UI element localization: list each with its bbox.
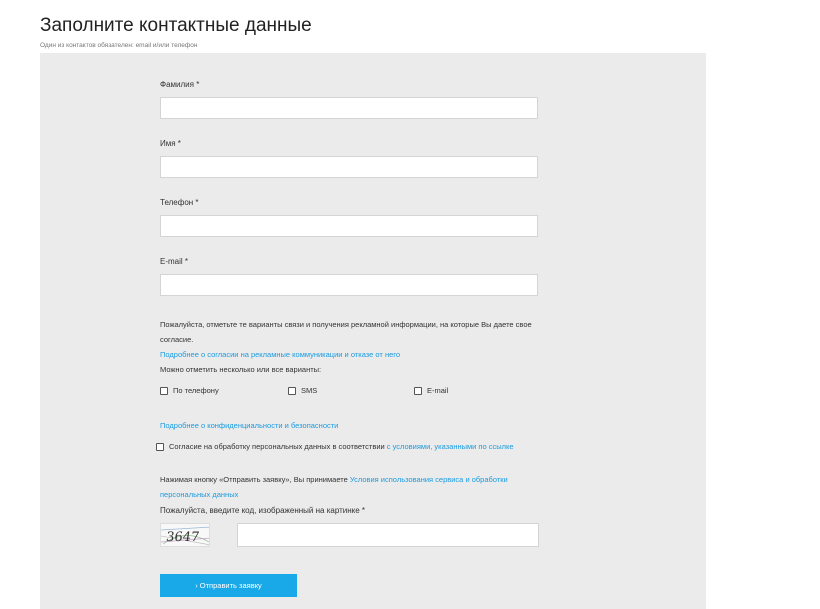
personal-data-text: Согласие на обработку персональных данны… — [169, 442, 514, 451]
firstname-input[interactable] — [160, 156, 538, 178]
terms-link[interactable]: Условия использования сервиса и обработк… — [350, 475, 508, 484]
terms-link-continued[interactable]: персональных данных — [160, 490, 238, 499]
option-sms-label: SMS — [301, 386, 318, 395]
submit-button[interactable]: › Отправить заявку — [160, 574, 297, 597]
email-label: E-mail * — [160, 257, 189, 266]
option-sms-checkbox[interactable] — [288, 387, 296, 395]
page-subtitle: Один из контактов обязателен: email и/ил… — [40, 42, 198, 49]
personal-data-label: Согласие на обработку персональных данны… — [169, 442, 387, 451]
terms-label: Нажимая кнопку «Отправить заявку», Вы пр… — [160, 475, 350, 484]
option-email-checkbox[interactable] — [414, 387, 422, 395]
email-input[interactable] — [160, 274, 538, 296]
captcha-image: 3647 — [160, 523, 210, 547]
option-email-label: E-mail — [427, 386, 449, 395]
option-phone-checkbox[interactable] — [160, 387, 168, 395]
consent-text-line1: Пожалуйста, отметьте те варианты связи и… — [160, 320, 532, 329]
option-phone-label: По телефону — [173, 386, 219, 395]
personal-data-checkbox[interactable] — [156, 443, 164, 451]
privacy-link[interactable]: Подробнее о конфиденциальности и безопас… — [160, 421, 338, 430]
lastname-input[interactable] — [160, 97, 538, 119]
captcha-code-text: 3647 — [165, 530, 200, 545]
terms-text: Нажимая кнопку «Отправить заявку», Вы пр… — [160, 475, 508, 484]
consent-options-note: Можно отметить несколько или все вариант… — [160, 365, 322, 374]
consent-details-link[interactable]: Подробнее о согласии на рекламные коммун… — [160, 350, 400, 359]
phone-label: Телефон * — [160, 198, 199, 207]
personal-data-terms-link[interactable]: с условиями, указанными по ссылке — [387, 442, 514, 451]
page-title: Заполните контактные данные — [40, 15, 312, 36]
consent-text-line2: согласие. — [160, 335, 194, 344]
captcha-label: Пожалуйста, введите код, изображенный на… — [160, 506, 366, 515]
phone-input[interactable] — [160, 215, 538, 237]
lastname-label: Фамилия * — [160, 80, 200, 89]
firstname-label: Имя * — [160, 139, 181, 148]
captcha-input[interactable] — [237, 523, 539, 547]
